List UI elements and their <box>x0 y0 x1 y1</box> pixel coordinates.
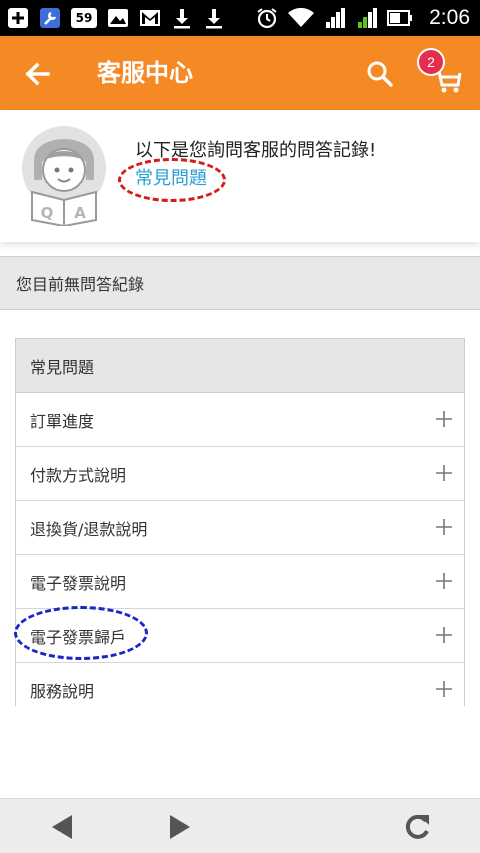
refresh-icon <box>405 814 429 839</box>
status-bar: 59 2:06 <box>0 0 480 36</box>
arrow-left-icon <box>25 62 50 86</box>
faq-item-payment-methods[interactable]: 付款方式說明 <box>16 447 464 501</box>
faq-item-label: 訂單進度 <box>30 412 95 431</box>
plus-icon <box>436 681 452 697</box>
battery-icon <box>387 6 413 30</box>
faq-header-title: 常見問題 <box>30 358 95 377</box>
battery-59-icon: 59 <box>70 6 98 30</box>
wrench-icon <box>38 6 62 30</box>
bottom-nav-bar <box>0 798 480 853</box>
faq-item-order-progress[interactable]: 訂單進度 <box>16 393 464 447</box>
clock: 2:06 <box>429 6 470 29</box>
alarm-icon <box>255 6 279 30</box>
refresh-button[interactable] <box>400 809 436 845</box>
screen: 59 2:06 客服中心 2 Q A 以下是您詢問客服的問答記錄! 常見問題 您… <box>0 0 480 853</box>
faq-item-service-info[interactable]: 服務說明 <box>16 663 464 706</box>
qa-avatar-icon: Q A <box>20 122 108 228</box>
gmail-icon <box>138 6 162 30</box>
no-record-text: 您目前無問答紀錄 <box>16 275 145 294</box>
svg-text:A: A <box>74 204 86 222</box>
nav-forward-button[interactable] <box>162 809 198 845</box>
battery-59-text: 59 <box>71 8 97 28</box>
faq-item-label: 退換貨/退款說明 <box>30 520 148 539</box>
triangle-left-icon <box>52 815 72 839</box>
plus-icon <box>436 465 452 481</box>
image-icon <box>106 6 130 30</box>
download-icon <box>202 6 226 30</box>
plus-icon <box>436 519 452 535</box>
plus-icon <box>436 627 452 643</box>
plus-box-icon <box>6 6 30 30</box>
plus-icon <box>436 411 452 427</box>
status-bar-notifications: 59 <box>6 6 234 30</box>
cart-count-badge: 2 <box>417 48 445 76</box>
faq-item-label: 服務說明 <box>30 682 95 701</box>
faq-item-e-invoice-info[interactable]: 電子發票說明 <box>16 555 464 609</box>
back-button[interactable] <box>18 54 58 94</box>
signal-1-icon <box>323 6 347 30</box>
faq-item-returns-refunds[interactable]: 退換貨/退款說明 <box>16 501 464 555</box>
nav-back-button[interactable] <box>44 809 80 845</box>
wifi-icon <box>287 6 315 30</box>
search-icon <box>367 61 393 87</box>
blue-dashed-annotation <box>14 606 148 660</box>
page-title: 客服中心 <box>97 59 193 87</box>
red-dashed-annotation <box>118 158 226 202</box>
no-record-bar: 您目前無問答紀錄 <box>0 256 480 310</box>
status-bar-system: 2:06 <box>255 4 470 32</box>
triangle-right-icon <box>170 815 190 839</box>
faq-item-label: 電子發票說明 <box>30 574 127 593</box>
plus-icon <box>436 573 452 589</box>
search-button[interactable] <box>362 56 398 92</box>
svg-text:Q: Q <box>41 204 54 222</box>
faq-header: 常見問題 <box>16 339 464 393</box>
faq-item-label: 付款方式說明 <box>30 466 127 485</box>
signal-2-icon <box>355 6 379 30</box>
app-bar: 客服中心 <box>0 36 480 110</box>
download-icon <box>170 6 194 30</box>
